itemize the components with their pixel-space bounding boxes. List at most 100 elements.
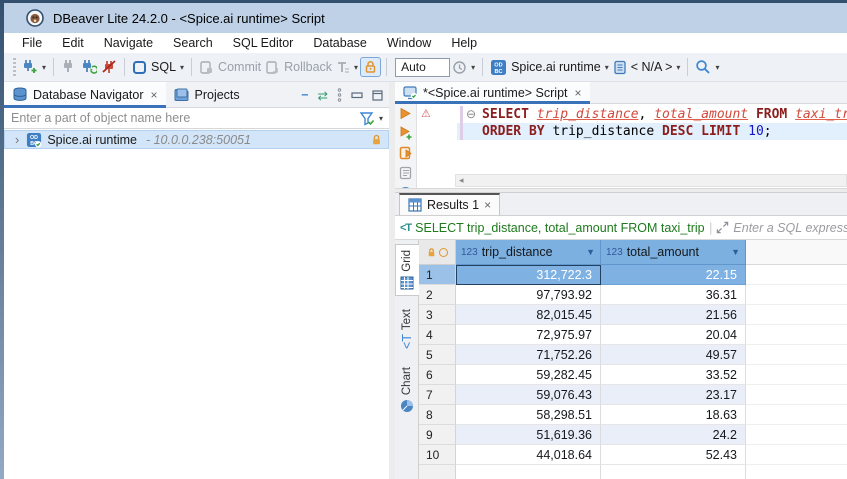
chevron-down-icon[interactable]: ▾	[180, 63, 184, 72]
table-row[interactable]: 759,076.4323.17	[419, 385, 847, 405]
connect-button[interactable]	[59, 56, 78, 78]
table-row[interactable]: 571,752.2649.57	[419, 345, 847, 365]
cell-trip_distance[interactable]: 44,018.64	[456, 445, 601, 465]
execute-script-icon[interactable]	[399, 146, 413, 160]
view-menu-grip-icon[interactable]	[337, 88, 342, 102]
expand-icon[interactable]	[716, 221, 729, 234]
sort-desc-icon[interactable]: ▼	[586, 247, 595, 257]
cell-total_amount[interactable]: 23.17	[601, 385, 746, 405]
cell-trip_distance[interactable]: 58,298.51	[456, 405, 601, 425]
object-filter-input[interactable]	[4, 108, 359, 128]
sort-desc-icon[interactable]: ▼	[731, 247, 740, 257]
table-row[interactable]: 297,793.9236.31	[419, 285, 847, 305]
execute-statement-icon[interactable]	[399, 107, 412, 120]
cell-trip_distance[interactable]: 72,975.97	[456, 325, 601, 345]
search-button[interactable]: ▾	[693, 56, 721, 78]
tab-grid-presentation[interactable]: Grid	[395, 244, 419, 296]
cell-total_amount[interactable]: 52.43	[601, 445, 746, 465]
cell-trip_distance[interactable]: 82,015.45	[456, 305, 601, 325]
sql-code-line-2[interactable]: ORDER BY trip_distance DESC LIMIT 10;	[482, 123, 772, 140]
active-schema-selector[interactable]: < N/A > ▾	[611, 57, 683, 78]
cell-trip_distance[interactable]: 59,282.45	[456, 365, 601, 385]
cell-trip_distance[interactable]: 312,722.3	[456, 265, 601, 285]
tab-database-navigator[interactable]: Database Navigator ×	[4, 82, 166, 108]
collapse-all-icon[interactable]: −	[301, 88, 308, 102]
close-icon[interactable]: ×	[575, 86, 582, 100]
reconnect-button[interactable]	[78, 56, 99, 78]
row-number[interactable]: 5	[419, 345, 456, 365]
menu-item-window[interactable]: Window	[377, 34, 441, 52]
menu-item-navigate[interactable]: Navigate	[94, 34, 163, 52]
chevron-down-icon[interactable]: ▾	[715, 63, 719, 72]
close-icon[interactable]: ×	[150, 88, 157, 102]
minimize-view-icon[interactable]	[351, 90, 363, 100]
link-with-editor-icon[interactable]: ⇄	[318, 88, 328, 103]
menu-item-database[interactable]: Database	[303, 34, 377, 52]
table-row[interactable]: 472,975.9720.04	[419, 325, 847, 345]
commit-button[interactable]: Commit	[197, 57, 263, 78]
chevron-down-icon[interactable]: ▾	[354, 63, 358, 72]
cell-trip_distance[interactable]: 59,076.43	[456, 385, 601, 405]
sql-code-line-1[interactable]: SELECT trip_distance, total_amount FROM …	[482, 106, 847, 123]
cell-total_amount[interactable]: 20.04	[601, 325, 746, 345]
column-header-trip-distance[interactable]: 123 trip_distance ▼	[456, 240, 601, 265]
menu-item-help[interactable]: Help	[441, 34, 487, 52]
auto-commit-combobox[interactable]: Auto	[395, 58, 450, 77]
expand-chevron-icon[interactable]: ›	[15, 132, 19, 147]
tab-text-presentation[interactable]: Text <T	[395, 304, 419, 354]
new-connection-button[interactable]: ▾	[19, 56, 48, 78]
row-number[interactable]: 7	[419, 385, 456, 405]
cell-trip_distance[interactable]: 51,619.36	[456, 425, 601, 445]
table-row[interactable]: 951,619.3624.2	[419, 425, 847, 445]
chevron-down-icon[interactable]: ▾	[471, 63, 475, 72]
row-number[interactable]: 3	[419, 305, 456, 325]
cell-total_amount[interactable]: 21.56	[601, 305, 746, 325]
sql-editor-button[interactable]: SQL ▾	[130, 57, 186, 78]
cell-total_amount[interactable]: 18.63	[601, 405, 746, 425]
cell-total_amount[interactable]: 22.15	[601, 265, 746, 285]
chevron-down-icon[interactable]: ▾	[379, 114, 383, 123]
menu-item-file[interactable]: File	[12, 34, 52, 52]
rollback-button[interactable]: Rollback	[263, 57, 334, 78]
cell-trip_distance[interactable]: 97,793.92	[456, 285, 601, 305]
row-number[interactable]: 4	[419, 325, 456, 345]
column-header-total-amount[interactable]: 123 total_amount ▼	[601, 240, 746, 265]
table-row[interactable]: 382,015.4521.56	[419, 305, 847, 325]
menu-item-edit[interactable]: Edit	[52, 34, 94, 52]
cell-trip_distance[interactable]: 71,752.26	[456, 345, 601, 365]
transaction-log-button[interactable]: ▾	[334, 57, 360, 78]
chevron-down-icon[interactable]: ▾	[42, 63, 46, 72]
disconnect-button[interactable]	[99, 56, 119, 78]
filter-funnel-icon[interactable]	[359, 111, 375, 126]
tab-chart-presentation[interactable]: Chart	[395, 362, 419, 418]
menu-item-search[interactable]: Search	[163, 34, 223, 52]
menu-item-sql-editor[interactable]: SQL Editor	[223, 34, 304, 52]
tab-projects[interactable]: Projects	[166, 82, 248, 108]
row-number[interactable]: 8	[419, 405, 456, 425]
row-number[interactable]: 10	[419, 445, 456, 465]
execute-new-tab-icon[interactable]	[399, 126, 413, 140]
close-icon[interactable]: ×	[484, 198, 491, 212]
tab-results-1[interactable]: Results 1 ×	[399, 193, 500, 215]
editor-horizontal-scrollbar[interactable]: ◂	[455, 174, 847, 187]
panel-icon[interactable]	[399, 186, 412, 188]
scroll-left-icon[interactable]: ◂	[456, 175, 467, 186]
table-row[interactable]: 858,298.5118.63	[419, 405, 847, 425]
row-number[interactable]: 1	[419, 265, 456, 285]
fold-collapse-icon[interactable]: ⊖	[466, 106, 476, 123]
grid-corner-cell[interactable]	[419, 240, 456, 265]
result-filter-input[interactable]	[733, 216, 847, 239]
cell-total_amount[interactable]: 36.31	[601, 285, 746, 305]
row-number[interactable]: 6	[419, 365, 456, 385]
tree-item-connection[interactable]: › ODBC Spice.ai runtime - 10.0.0.238:500…	[4, 130, 389, 149]
transaction-history-button[interactable]: ▾	[450, 57, 477, 78]
table-row[interactable]: 659,282.4533.52	[419, 365, 847, 385]
table-row[interactable]: 1044,018.6452.43	[419, 445, 847, 465]
cell-total_amount[interactable]: 33.52	[601, 365, 746, 385]
maximize-view-icon[interactable]	[372, 90, 383, 101]
script-settings-icon[interactable]	[399, 166, 412, 180]
tab-sql-script[interactable]: *<Spice.ai runtime> Script ×	[395, 82, 590, 104]
chevron-down-icon[interactable]: ▾	[676, 63, 680, 72]
cell-total_amount[interactable]: 24.2	[601, 425, 746, 445]
connection-lock-toggle[interactable]	[360, 57, 381, 77]
